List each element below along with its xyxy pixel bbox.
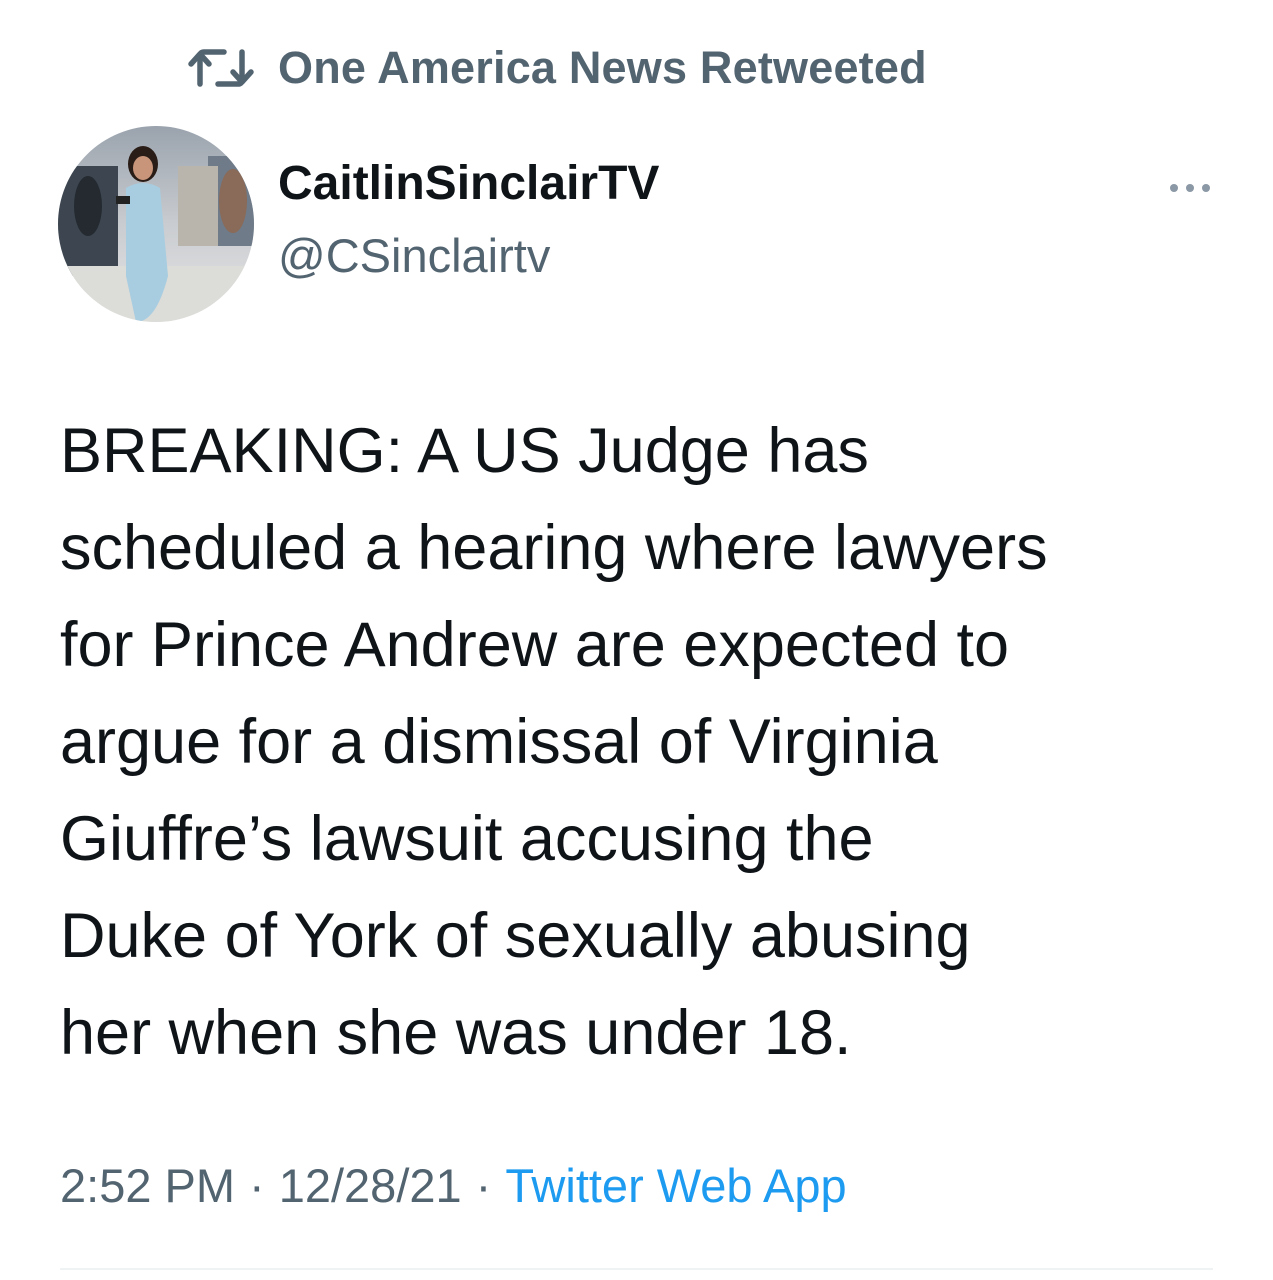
tweet-time[interactable]: 2:52 PM [60,1158,235,1213]
tweet-text-line: her when she was under 18. [60,998,852,1068]
tweet-source-link[interactable]: Twitter Web App [505,1158,846,1213]
tweet-text-line: argue for a dismissal of Virginia [60,707,938,777]
meta-separator: · [249,1159,265,1212]
author-handle[interactable]: @CSinclairtv [278,228,550,283]
author-display-name[interactable]: CaitlinSinclairTV [278,156,659,211]
retweet-icon [188,46,254,90]
tweet-text-line: Giuffre’s lawsuit accusing the [60,804,874,874]
retweet-context[interactable]: One America News Retweeted [188,40,927,96]
more-horizontal-icon [1166,181,1214,199]
more-options-button[interactable] [1160,170,1220,210]
tweet-date[interactable]: 12/28/21 [279,1158,462,1213]
tweet-text: BREAKING: A US Judge has scheduled a hea… [60,403,1240,1082]
tweet-text-line: for Prince Andrew are expected to [60,610,1010,680]
tweet-metadata: 2:52 PM · 12/28/21 · Twitter Web App [60,1158,847,1213]
avatar[interactable] [58,126,254,322]
tweet-text-line: BREAKING: A US Judge has [60,416,869,486]
tweet-text-line: Duke of York of sexually abusing [60,901,971,971]
tweet-text-line: scheduled a hearing where lawyers [60,513,1048,583]
retweet-label: One America News Retweeted [278,42,927,93]
divider [60,1268,1213,1270]
meta-separator: · [475,1159,492,1212]
